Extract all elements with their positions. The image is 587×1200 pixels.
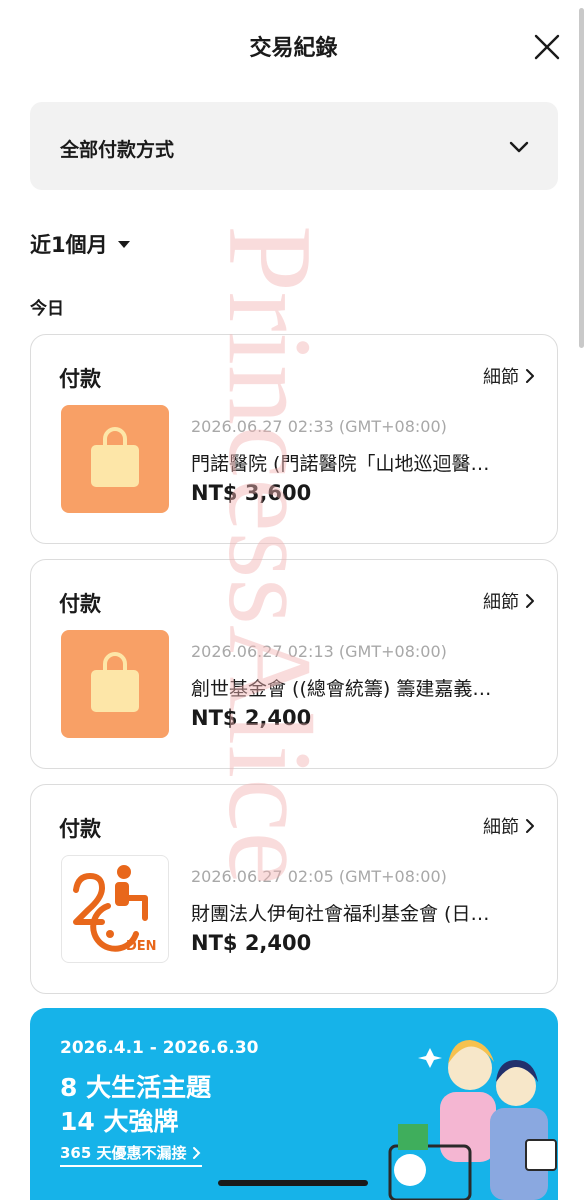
detail-link[interactable]: 細節 [483, 363, 535, 389]
transaction-type: 付款 [59, 817, 101, 841]
close-icon[interactable] [530, 30, 564, 64]
promo-date-range: 2026.4.1 - 2026.6.30 [60, 1038, 259, 1058]
chevron-right-icon [526, 369, 534, 383]
transaction-amount: NT$ 3,600 [191, 481, 312, 505]
chevron-down-icon [509, 141, 529, 153]
merchant-name: 門諾醫院 (門諾醫院「山地巡迴醫… [191, 453, 490, 475]
date-section-label: 今日 [30, 299, 64, 319]
detail-label: 細節 [483, 817, 519, 838]
eden-logo-icon: DEN [61, 855, 169, 963]
transaction-type: 付款 [59, 592, 101, 616]
promo-headline: 8 大生活主題 [60, 1073, 212, 1102]
merchant-name: 財團法人伊甸社會福利基金會 (日… [191, 903, 490, 925]
period-selector[interactable]: 近1個月 [30, 227, 130, 261]
promo-illustration [388, 1040, 557, 1200]
promo-banner[interactable]: 2026.4.1 - 2026.6.30 8 大生活主題 14 大強牌 365 … [30, 1008, 558, 1200]
page-title: 交易紀錄 [249, 36, 338, 61]
transaction-card[interactable]: 付款 細節 2026.06.27 02:33 (GMT+08:00) 門諾醫院 … [30, 334, 558, 544]
home-indicator [218, 1180, 368, 1186]
transaction-card[interactable]: 付款 細節 2026.06.27 02:13 (GMT+08:00) 創世基金會… [30, 559, 558, 769]
transaction-amount: NT$ 2,400 [191, 706, 312, 730]
detail-label: 細節 [483, 592, 519, 613]
shopping-bag-icon [61, 405, 169, 513]
transaction-amount: NT$ 2,400 [191, 931, 312, 955]
detail-link[interactable]: 細節 [483, 813, 535, 839]
transaction-time: 2026.06.27 02:13 (GMT+08:00) [191, 642, 447, 661]
merchant-name: 創世基金會 ((總會統籌) 籌建嘉義… [191, 678, 492, 700]
promo-subheadline: 14 大強牌 [60, 1107, 179, 1136]
chevron-right-icon [192, 1146, 200, 1159]
transaction-time: 2026.06.27 02:33 (GMT+08:00) [191, 417, 447, 436]
payment-method-dropdown[interactable]: 全部付款方式 [30, 102, 558, 190]
transaction-time: 2026.06.27 02:05 (GMT+08:00) [191, 867, 447, 886]
svg-text:DEN: DEN [126, 939, 157, 954]
transaction-type: 付款 [59, 367, 101, 391]
scrollbar[interactable] [579, 8, 584, 348]
shopping-bag-icon [61, 630, 169, 738]
chevron-right-icon [526, 819, 534, 833]
payment-method-label: 全部付款方式 [60, 139, 175, 161]
header-bar: 交易紀錄 [0, 0, 587, 95]
chevron-right-icon [526, 594, 534, 608]
detail-link[interactable]: 細節 [483, 588, 535, 614]
promo-link[interactable]: 365 天優惠不漏接 [60, 1142, 202, 1167]
caret-down-icon [117, 240, 130, 248]
promo-link-label: 365 天優惠不漏接 [60, 1144, 187, 1162]
period-label: 近1個月 [30, 233, 108, 257]
transaction-card[interactable]: 付款 細節 DEN 2026.06.27 02:05 (GMT+08:00) 財… [30, 784, 558, 994]
detail-label: 細節 [483, 367, 519, 388]
